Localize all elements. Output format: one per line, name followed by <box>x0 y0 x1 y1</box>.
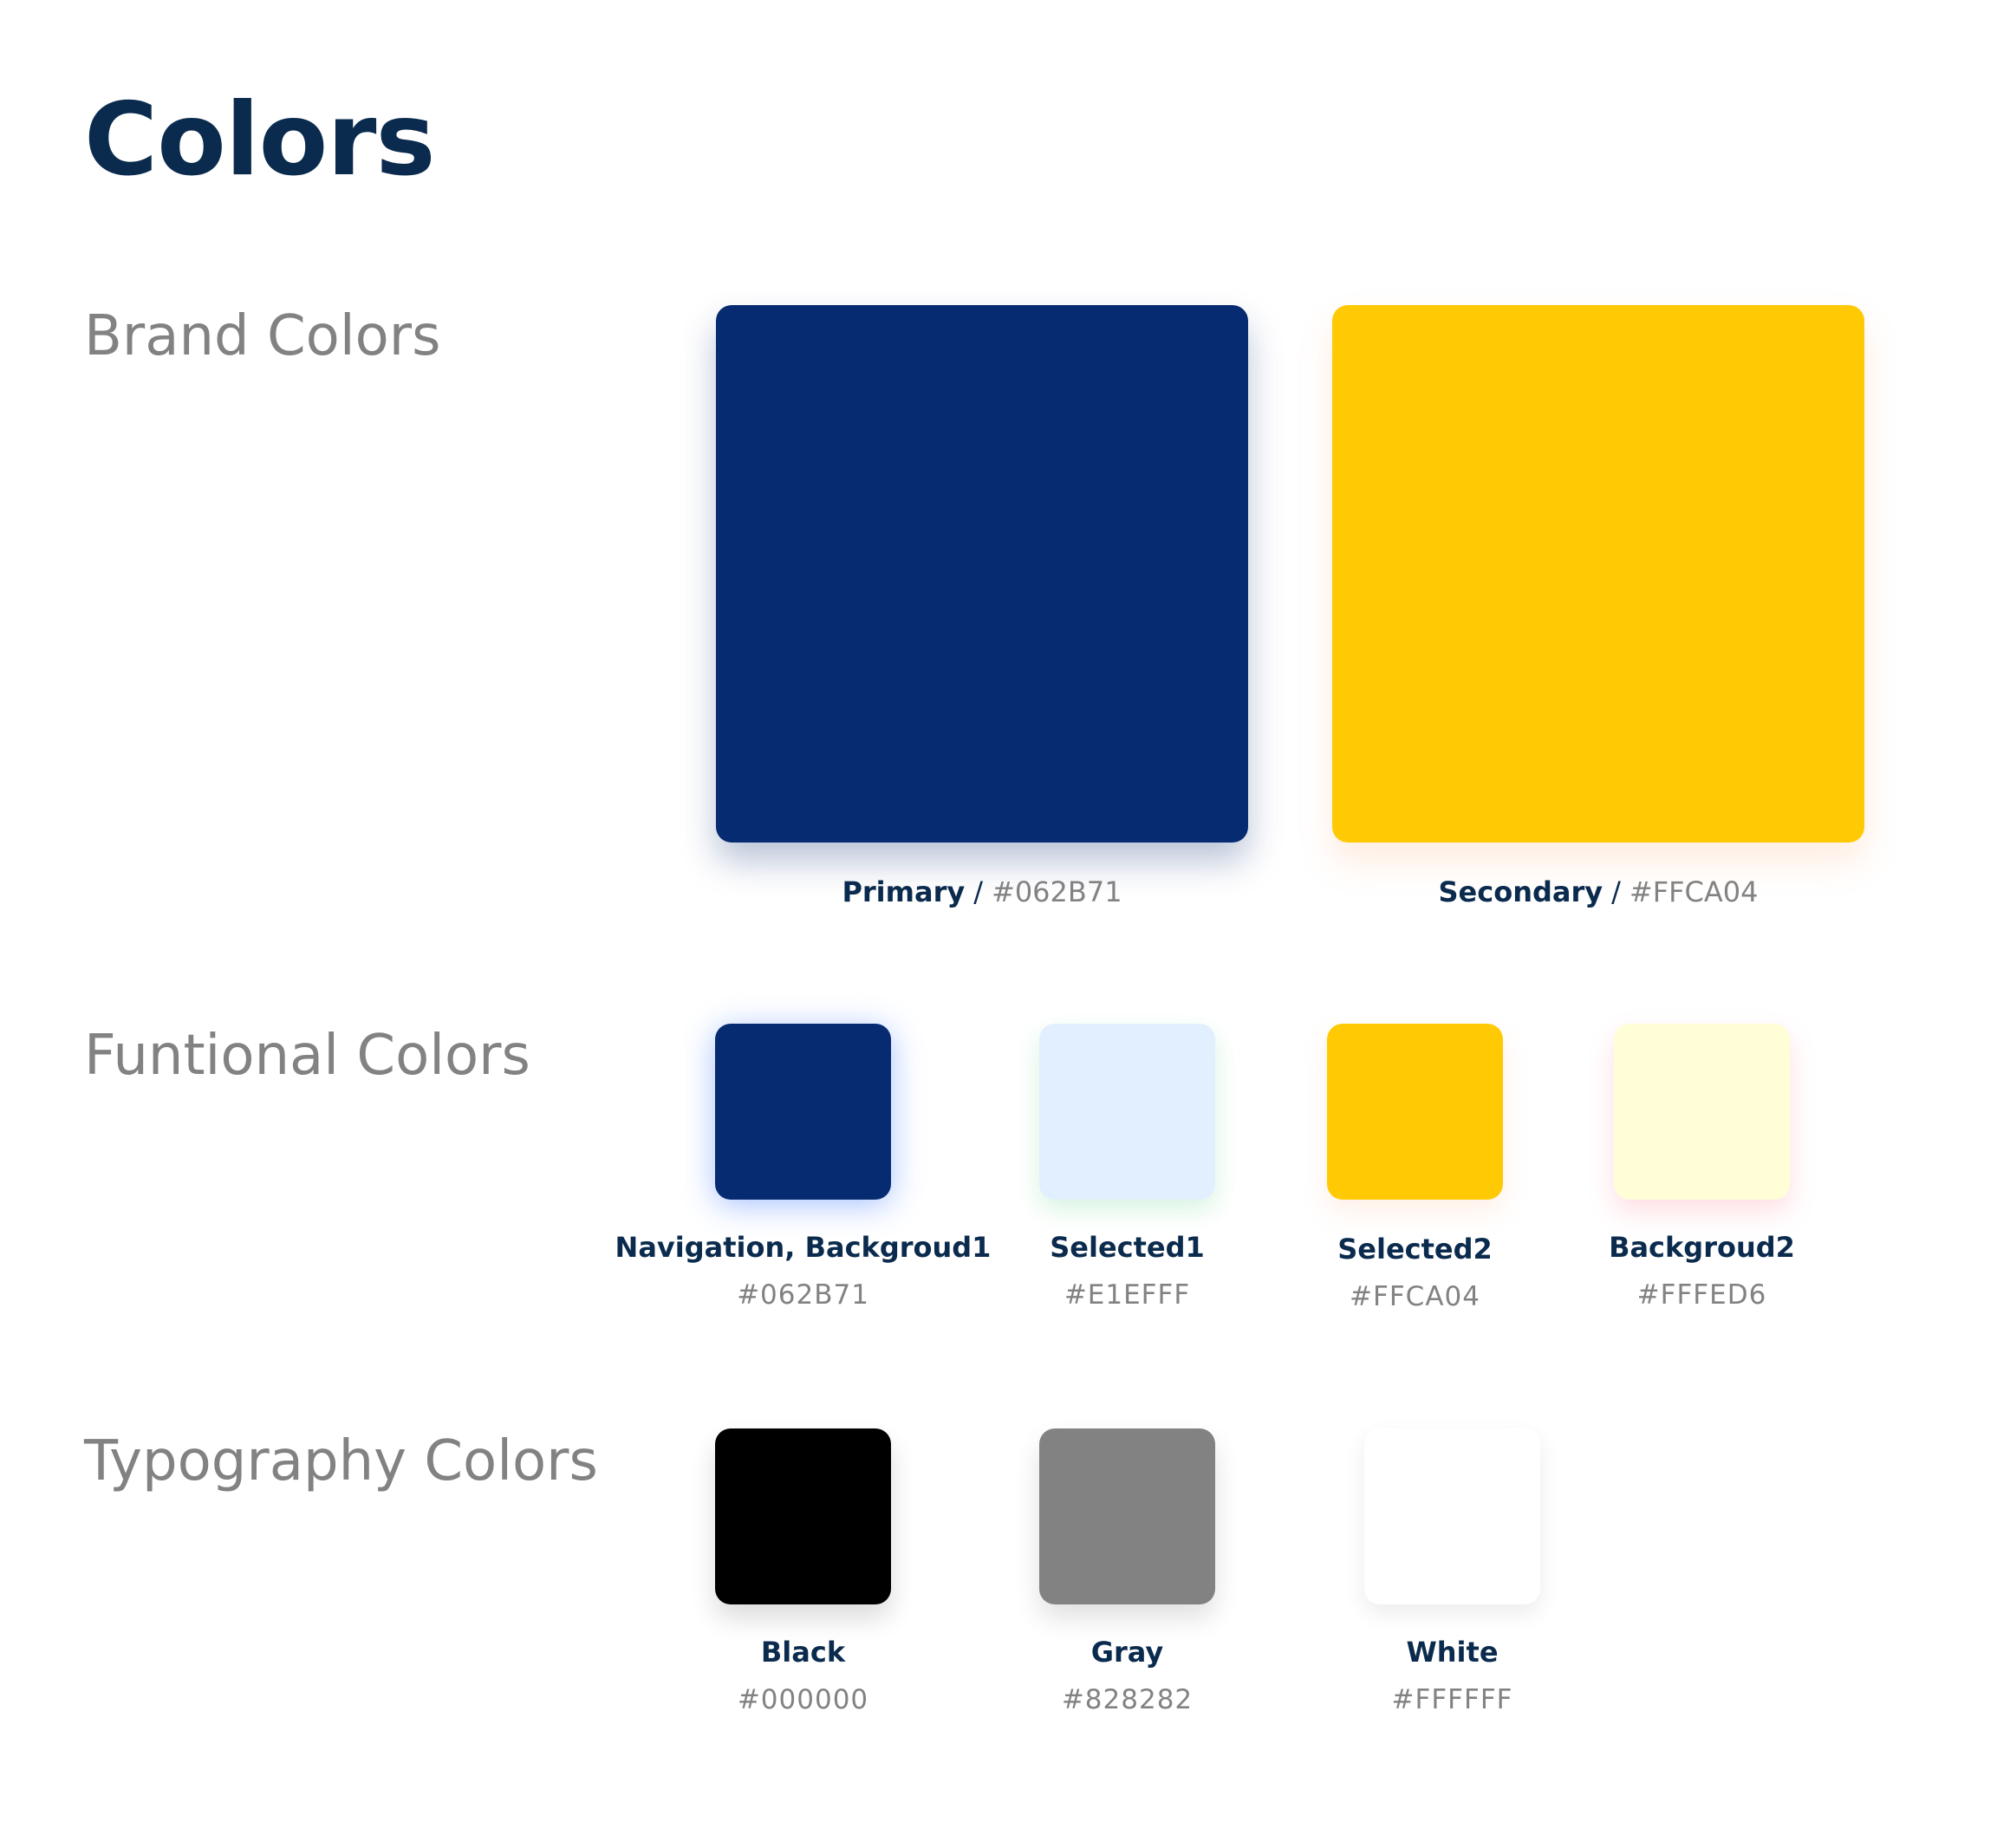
label-separator: / <box>1611 875 1621 908</box>
swatch-white <box>1364 1428 1540 1604</box>
swatch-hex: #FFFED6 <box>1636 1279 1767 1311</box>
swatch-hex: #000000 <box>737 1684 869 1715</box>
swatch-backgroud2 <box>1614 1024 1790 1200</box>
swatch-hex: #828282 <box>1061 1684 1194 1715</box>
swatch-name: Primary <box>842 875 966 908</box>
swatch-name: Secondary <box>1438 875 1603 908</box>
section-title-brand-colors: Brand Colors <box>84 304 441 368</box>
swatch-selected1 <box>1039 1024 1215 1200</box>
swatch-hex: #062B71 <box>992 875 1122 908</box>
swatch-label-primary: Primary / #062B71 <box>716 875 1248 909</box>
swatch-name: Black <box>760 1636 846 1669</box>
page-title: Colors <box>84 81 436 198</box>
section-title-typography-colors: Typography Colors <box>84 1429 598 1493</box>
section-title-functional-colors: Funtional Colors <box>84 1024 530 1088</box>
swatch-primary <box>716 305 1248 843</box>
swatch-hex: #FFFFFF <box>1391 1684 1513 1715</box>
swatch-secondary <box>1332 305 1864 843</box>
swatch-name: Backgroud2 <box>1609 1231 1795 1264</box>
swatch-name: White <box>1406 1636 1499 1669</box>
swatch-name: Gray <box>1090 1636 1164 1669</box>
swatch-label-secondary: Secondary / #FFCA04 <box>1332 875 1864 909</box>
swatch-selected2 <box>1327 1024 1503 1200</box>
swatch-gray <box>1039 1428 1215 1604</box>
swatch-navigation-backgroud1 <box>715 1024 891 1200</box>
label-separator: / <box>973 875 983 908</box>
swatch-black <box>715 1428 891 1604</box>
swatch-hex: #FFCA04 <box>1629 875 1759 908</box>
